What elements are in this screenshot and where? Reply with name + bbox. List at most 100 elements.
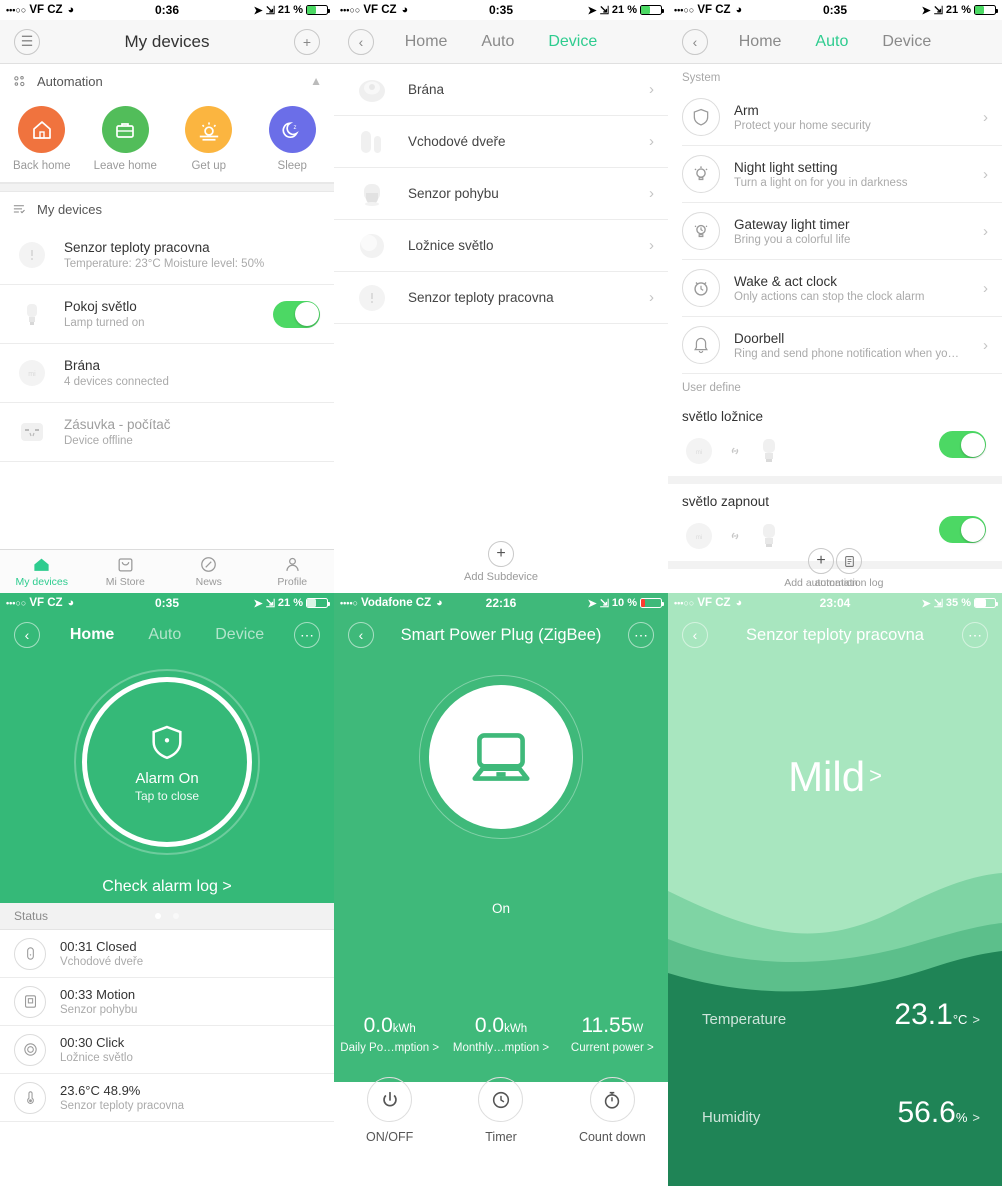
status-event-row[interactable]: 00:31 Closed Vchodové dveře	[0, 930, 334, 978]
device-name: Senzor teploty pracovna	[64, 240, 210, 255]
more-icon[interactable]: ⋯	[962, 622, 988, 648]
chevron-left-icon[interactable]: ‹	[682, 28, 708, 55]
chevron-right-icon: ›	[983, 336, 988, 354]
tab-device[interactable]: Device	[215, 626, 264, 644]
chevron-left-icon[interactable]: ‹	[14, 622, 40, 648]
device-list: Senzor teploty pracovna Temperature: 23°…	[0, 226, 334, 462]
plus-icon[interactable]: +	[294, 28, 320, 55]
alarm-hint-label: Tap to close	[134, 788, 200, 803]
compass-icon	[201, 557, 217, 572]
status-bar-left: •••○○ VF CZ ◕	[674, 597, 742, 609]
more-icon[interactable]: ⋯	[294, 622, 320, 648]
carrier-label: VF CZ	[697, 597, 731, 609]
subdevice-row[interactable]: Brána ›	[334, 64, 668, 116]
add-subdevice-button[interactable]: + Add Subdevice	[334, 541, 668, 583]
sunrise-icon	[185, 106, 233, 153]
device-row[interactable]: Senzor teploty pracovna Temperature: 23°…	[0, 226, 334, 285]
subdevice-row[interactable]: Ložnice světlo ›	[334, 220, 668, 272]
signal-dots: •••○○	[6, 597, 27, 608]
automation-shortcut-sleep[interactable]: z Sleep	[251, 106, 335, 172]
condition-label[interactable]: Mild >	[668, 753, 1002, 801]
subdevice-row[interactable]: Senzor pohybu ›	[334, 168, 668, 220]
nav-bar: ‹ Home Auto Device	[668, 20, 1002, 64]
status-bar-right: ➤ ⇲ 10 %	[587, 597, 664, 610]
alarm-toggle-button[interactable]: Alarm On Tap to close	[74, 669, 260, 855]
automation-row[interactable]: Gateway light timer Bring you a colorful…	[682, 203, 1002, 260]
device-row[interactable]: mi Brána 4 devices connected	[0, 344, 334, 403]
motion-sensor-icon	[354, 176, 390, 212]
subdevice-row[interactable]: Senzor teploty pracovna ›	[334, 272, 668, 324]
tab-device[interactable]: Device	[882, 33, 931, 51]
bluetooth-icon: ⇲	[933, 4, 943, 17]
action-on-off[interactable]: ON/OFF	[334, 1077, 445, 1144]
battery-icon	[974, 598, 998, 608]
chevron-left-icon[interactable]: ‹	[348, 28, 374, 55]
page-dot[interactable]	[173, 913, 179, 919]
automation-row[interactable]: Wake & act clock Only actions can stop t…	[682, 260, 1002, 317]
automation-shortcut-label: Sleep	[277, 160, 307, 172]
chevron-right-icon: ›	[983, 165, 988, 183]
tab-home[interactable]: Home	[70, 626, 114, 644]
battery-percent: 35 %	[945, 597, 971, 609]
user-automation-row[interactable]: světlo ložnice mi	[668, 399, 1002, 484]
location-arrow-icon: ➤	[253, 597, 263, 610]
device-row[interactable]: Zásuvka - počítač Device offline	[0, 403, 334, 462]
tab-home[interactable]: Home	[405, 33, 448, 51]
shield-icon	[152, 725, 182, 759]
subdevice-row[interactable]: Vchodové dveře ›	[334, 116, 668, 168]
stat-current-power[interactable]: 11.55W Current power >	[557, 1014, 668, 1054]
tab-device[interactable]: Device	[548, 33, 597, 51]
battery-percent: 21 %	[277, 597, 303, 609]
user-automation-toggle[interactable]	[939, 516, 986, 543]
check-alarm-log-link[interactable]: Check alarm log >	[0, 878, 334, 896]
tab-my-devices[interactable]: My devices	[0, 555, 84, 588]
stat-label: Monthly…mption >	[452, 1042, 550, 1054]
reading-temperature[interactable]: Temperature 23.1°C >	[702, 998, 980, 1032]
stat-monthly-consumption[interactable]: 0.0kWh Monthly…mption >	[445, 1014, 556, 1054]
plug-power-button[interactable]	[419, 675, 583, 839]
tab-home[interactable]: Home	[739, 33, 782, 51]
stat-daily-consumption[interactable]: 0.0kWh Daily Po…mption >	[334, 1014, 445, 1054]
tab-auto[interactable]: Auto	[815, 33, 848, 51]
action-count-down[interactable]: Count down	[557, 1077, 668, 1144]
chevron-left-icon[interactable]: ‹	[682, 622, 708, 648]
page-dot[interactable]	[155, 913, 161, 919]
device-row[interactable]: Pokoj světlo Lamp turned on	[0, 285, 334, 344]
svg-text:z: z	[294, 125, 297, 131]
automation-shortcut-leave-home[interactable]: Leave home	[84, 106, 168, 172]
automation-row[interactable]: Arm Protect your home security ›	[682, 89, 1002, 146]
add-subdevice-label: Add Subdevice	[464, 571, 538, 583]
wifi-icon: ◕	[735, 597, 743, 609]
device-toggle[interactable]	[273, 300, 320, 328]
reading-humidity[interactable]: Humidity 56.6% >	[702, 1096, 980, 1130]
tab-profile[interactable]: Profile	[251, 555, 335, 588]
status-bar-left: •••○○ VF CZ ◕	[674, 4, 742, 16]
panel-power-plug: ••••○ Vodafone CZ ◕ 22:16 ➤ ⇲ 10 % ‹ Sma…	[334, 593, 668, 1186]
door-sensor-icon	[14, 937, 46, 970]
automation-subtitle: Turn a light on for you in darkness	[734, 176, 908, 189]
status-bar-left: •••○○ VF CZ ◕	[6, 597, 74, 609]
hamburger-icon[interactable]: ☰	[14, 28, 40, 55]
action-timer[interactable]: Timer	[445, 1077, 556, 1144]
wifi-icon: ◕	[67, 597, 75, 609]
automation-row[interactable]: Night light setting Turn a light on for …	[682, 146, 1002, 203]
tab-auto[interactable]: Auto	[481, 33, 514, 51]
tab-news[interactable]: News	[167, 555, 251, 588]
automation-shortcut-back-home[interactable]: Back home	[0, 106, 84, 172]
status-event-text: 00:33 Motion Senzor pohybu	[60, 987, 137, 1016]
automation-shortcut-get-up[interactable]: Get up	[167, 106, 251, 172]
user-automation-toggle[interactable]	[939, 431, 986, 458]
tab-mi-store[interactable]: Mi Store	[84, 555, 168, 588]
tab-auto[interactable]: Auto	[148, 626, 181, 644]
status-event-row[interactable]: 00:33 Motion Senzor pohybu	[0, 978, 334, 1026]
device-subtitle: Lamp turned on	[64, 317, 145, 329]
chevron-up-icon[interactable]: ▲	[310, 74, 322, 88]
chevron-right-icon: ›	[649, 81, 654, 98]
chevron-left-icon[interactable]: ‹	[348, 622, 374, 648]
status-event-row[interactable]: 23.6°C 48.9% Senzor teploty pracovna	[0, 1074, 334, 1122]
automation-row[interactable]: Doorbell Ring and send phone notificatio…	[682, 317, 1002, 374]
automation-section-header[interactable]: Automation ▲	[0, 64, 334, 98]
more-icon[interactable]: ⋯	[628, 622, 654, 648]
plug-state-label: On	[491, 901, 510, 916]
status-event-row[interactable]: 00:30 Click Ložnice světlo	[0, 1026, 334, 1074]
